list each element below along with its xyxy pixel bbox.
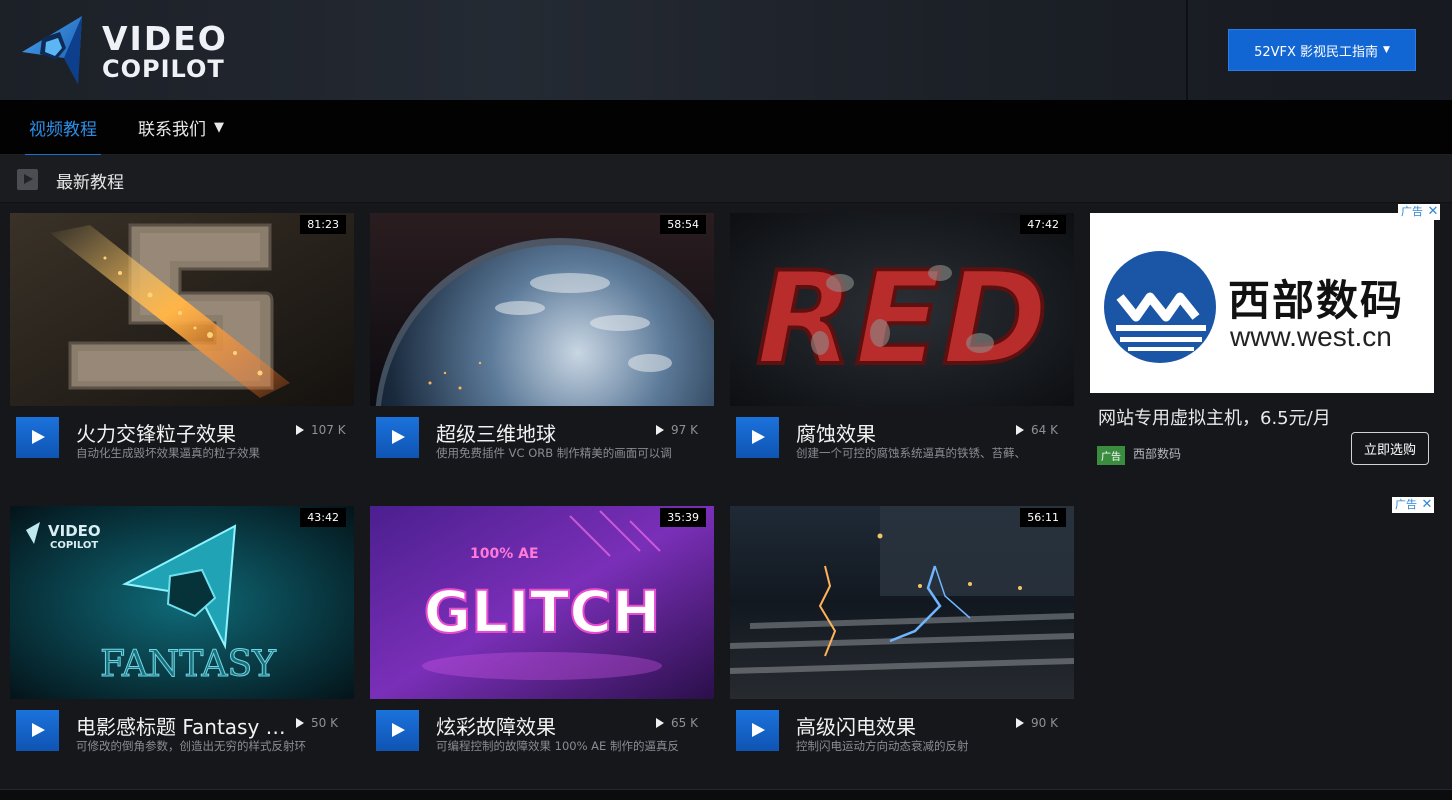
video-card[interactable]: VIDEO COPILOT FANTASY 43:42 电影感标题 Fantas… [10, 506, 354, 768]
play-small-icon [296, 425, 304, 435]
nav-item-label: 联系我们 [138, 120, 206, 140]
view-count-value: 107 K [311, 423, 346, 437]
video-duration: 58:54 [660, 215, 706, 234]
play-button[interactable] [16, 710, 59, 751]
video-description: 使用免费插件 VC ORB 制作精美的画面可以调 [436, 446, 672, 460]
video-duration: 56:11 [1020, 508, 1066, 527]
view-count-value: 50 K [311, 716, 338, 730]
video-copilot-logo[interactable]: VIDEO COPILOT [20, 12, 250, 88]
caret-down-icon: ▼ [1383, 45, 1390, 55]
video-thumbnail[interactable]: 81:23 [10, 213, 354, 406]
ad-banner-image[interactable]: 西部数码 www.west.cn [1090, 213, 1434, 393]
thumb-fantasy-text: FANTASY [100, 644, 277, 685]
logo-line2: COPILOT [102, 55, 225, 83]
logo-text: VIDEO COPILOT [102, 22, 228, 81]
video-card[interactable]: RED 47:42 腐蚀效果 64 K 创建一个可控的腐蚀系统逼真的铁锈、苔藓、 [730, 213, 1074, 475]
video-card[interactable]: 56:11 高级闪电效果 90 K 控制闪电运动方向动态衰减的反射 [730, 506, 1074, 768]
play-button[interactable] [736, 710, 779, 751]
ad-tag: 广告 [1398, 204, 1426, 220]
view-count: 90 K [1016, 716, 1058, 730]
section-title: 最新教程 [56, 173, 124, 193]
logo-emblem-icon [22, 16, 82, 84]
play-small-icon [656, 718, 664, 728]
ad-unit[interactable]: 西部数码 www.west.cn 广告 ✕ 网站专用虚拟主机，6.5元/月 广告… [1090, 204, 1442, 466]
nav-item-contact-us[interactable]: 联系我们 ▼ [138, 100, 224, 155]
ad-banner-url: www.west.cn [1230, 321, 1392, 352]
video-description: 控制闪电运动方向动态衰减的反射 [796, 739, 969, 753]
ad-close-control[interactable]: 广告 ✕ [1398, 204, 1440, 220]
play-button[interactable] [16, 417, 59, 458]
section-header: 最新教程 [0, 155, 1452, 203]
view-count-value: 90 K [1031, 716, 1058, 730]
video-thumbnail[interactable]: RED 47:42 [730, 213, 1074, 406]
video-title[interactable]: 炫彩故障效果 [436, 711, 646, 740]
caret-down-icon: ▼ [214, 120, 224, 135]
close-icon[interactable]: ✕ [1426, 204, 1440, 220]
view-count: 97 K [656, 423, 698, 437]
play-small-icon [1016, 718, 1024, 728]
video-duration: 43:42 [300, 508, 346, 527]
video-card[interactable]: 81:23 火力交锋粒子效果 107 K 自动化生成毁坏效果逼真的粒子效果 [10, 213, 354, 475]
video-title[interactable]: 高级闪电效果 [796, 711, 1006, 740]
video-title[interactable]: 腐蚀效果 [796, 418, 1006, 447]
play-small-icon [656, 425, 664, 435]
play-button[interactable] [736, 417, 779, 458]
video-duration: 35:39 [660, 508, 706, 527]
play-small-icon [296, 718, 304, 728]
video-title[interactable]: 超级三维地球 [436, 418, 646, 447]
site-header: VIDEO COPILOT 52VFX 影视民工指南 ▼ [0, 0, 1452, 100]
video-thumbnail[interactable]: 56:11 [730, 506, 1074, 699]
close-icon[interactable]: ✕ [1420, 497, 1434, 513]
guide-dropdown-button[interactable]: 52VFX 影视民工指南 ▼ [1228, 29, 1416, 71]
video-thumbnail[interactable]: VIDEO COPILOT FANTASY 43:42 [10, 506, 354, 699]
play-small-icon [1016, 425, 1024, 435]
video-card[interactable]: 100% AE GLITCH 35:39 炫彩故障效果 65 K 可编程控制的故… [370, 506, 714, 768]
view-count: 107 K [296, 423, 346, 437]
ad-badge: 广告 [1097, 446, 1125, 465]
ad-tag: 广告 [1392, 497, 1420, 513]
video-description: 可编程控制的故障效果 100% AE 制作的逼真反 [436, 739, 679, 753]
view-count-value: 97 K [671, 423, 698, 437]
video-duration: 81:23 [300, 215, 346, 234]
logo-line1: VIDEO [102, 19, 228, 58]
nav-item-video-tutorials[interactable]: 视频教程 [25, 100, 101, 156]
thumb-logo-line1: VIDEO [48, 522, 101, 540]
play-button[interactable] [376, 710, 419, 751]
video-duration: 47:42 [1020, 215, 1066, 234]
thumb-red-text: RED [756, 245, 1048, 394]
ad-headline[interactable]: 网站专用虚拟主机，6.5元/月 [1098, 404, 1331, 430]
play-square-icon [17, 169, 38, 190]
west-cn-logo-icon [1104, 251, 1216, 363]
footer-divider [0, 789, 1452, 800]
video-description: 可修改的倒角参数，创造出无穷的样式反射环 [76, 739, 306, 753]
video-title[interactable]: 电影感标题 Fantasy 3D [76, 711, 286, 740]
video-thumbnail[interactable]: 58:54 [370, 213, 714, 406]
ad-brand: 西部数码 [1133, 447, 1182, 461]
video-description: 创建一个可控的腐蚀系统逼真的铁锈、苔藓、 [796, 446, 1026, 460]
ad-buy-button[interactable]: 立即选购 [1351, 432, 1429, 465]
view-count: 50 K [296, 716, 338, 730]
view-count-value: 64 K [1031, 423, 1058, 437]
nav-item-label: 视频教程 [29, 120, 97, 140]
video-description: 自动化生成毁坏效果逼真的粒子效果 [76, 446, 260, 460]
main-nav: 视频教程 联系我们 ▼ [0, 100, 1452, 156]
view-count-value: 65 K [671, 716, 698, 730]
play-button[interactable] [376, 417, 419, 458]
thumb-glitch-text: GLITCH [424, 578, 661, 646]
video-title[interactable]: 火力交锋粒子效果 [76, 418, 286, 447]
video-card[interactable]: 58:54 超级三维地球 97 K 使用免费插件 VC ORB 制作精美的画面可… [370, 213, 714, 475]
thumb-glitch-top: 100% AE [470, 546, 539, 562]
guide-button-label: 52VFX 影视民工指南 [1254, 44, 1379, 60]
video-thumbnail[interactable]: 100% AE GLITCH 35:39 [370, 506, 714, 699]
ad2-close-control[interactable]: 广告 ✕ [1392, 497, 1434, 513]
thumb-logo-line2: COPILOT [50, 540, 98, 551]
view-count: 65 K [656, 716, 698, 730]
ad-banner-title: 西部数码 [1228, 276, 1405, 325]
view-count: 64 K [1016, 423, 1058, 437]
